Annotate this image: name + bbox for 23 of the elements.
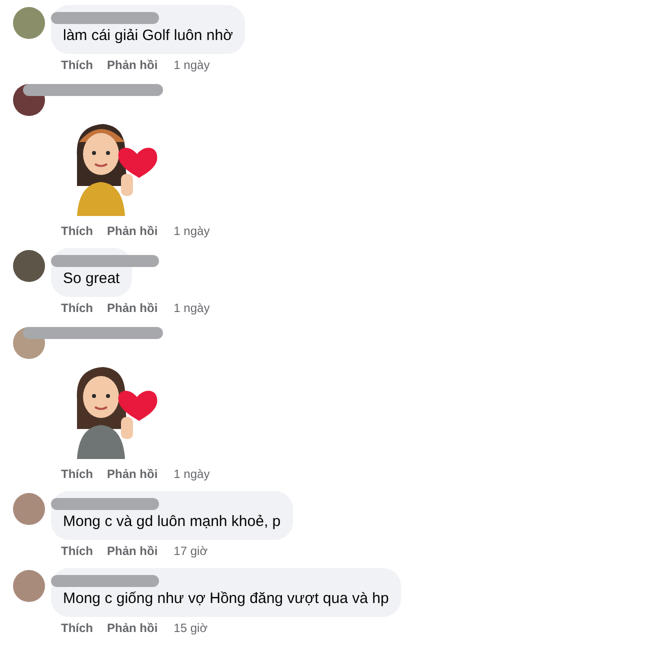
reply-link[interactable]: Phản hồi: [107, 223, 158, 239]
reply-link[interactable]: Phản hồi: [107, 300, 158, 316]
comment-time[interactable]: 1 ngày: [174, 466, 210, 482]
like-link[interactable]: Thích: [61, 223, 93, 239]
comment-time[interactable]: 15 giờ: [174, 620, 208, 636]
comment-text: So great: [63, 269, 120, 289]
reply-link[interactable]: Phản hồi: [107, 466, 158, 482]
comment-text: làm cái giải Golf luôn nhờ: [63, 26, 233, 46]
comment-text: Mong c giống như vợ Hồng đăng vượt qua và hp: [63, 589, 389, 609]
avatar[interactable]: [13, 250, 45, 282]
reply-link[interactable]: Phản hồi: [107, 57, 158, 73]
reply-link[interactable]: Phản hồi: [107, 620, 158, 636]
like-link[interactable]: Thích: [61, 57, 93, 73]
reply-link[interactable]: Phản hồi: [107, 543, 158, 559]
comment-time[interactable]: 1 ngày: [174, 223, 210, 239]
comment-time[interactable]: 1 ngày: [174, 300, 210, 316]
comment-text: Mong c và gd luôn mạnh khoẻ, p: [63, 512, 281, 532]
comment-time[interactable]: 1 ngày: [174, 57, 210, 73]
comment-time[interactable]: 17 giờ: [174, 543, 208, 559]
like-link[interactable]: Thích: [61, 620, 93, 636]
like-link[interactable]: Thích: [61, 543, 93, 559]
like-link[interactable]: Thích: [61, 300, 93, 316]
like-link[interactable]: Thích: [61, 466, 93, 482]
